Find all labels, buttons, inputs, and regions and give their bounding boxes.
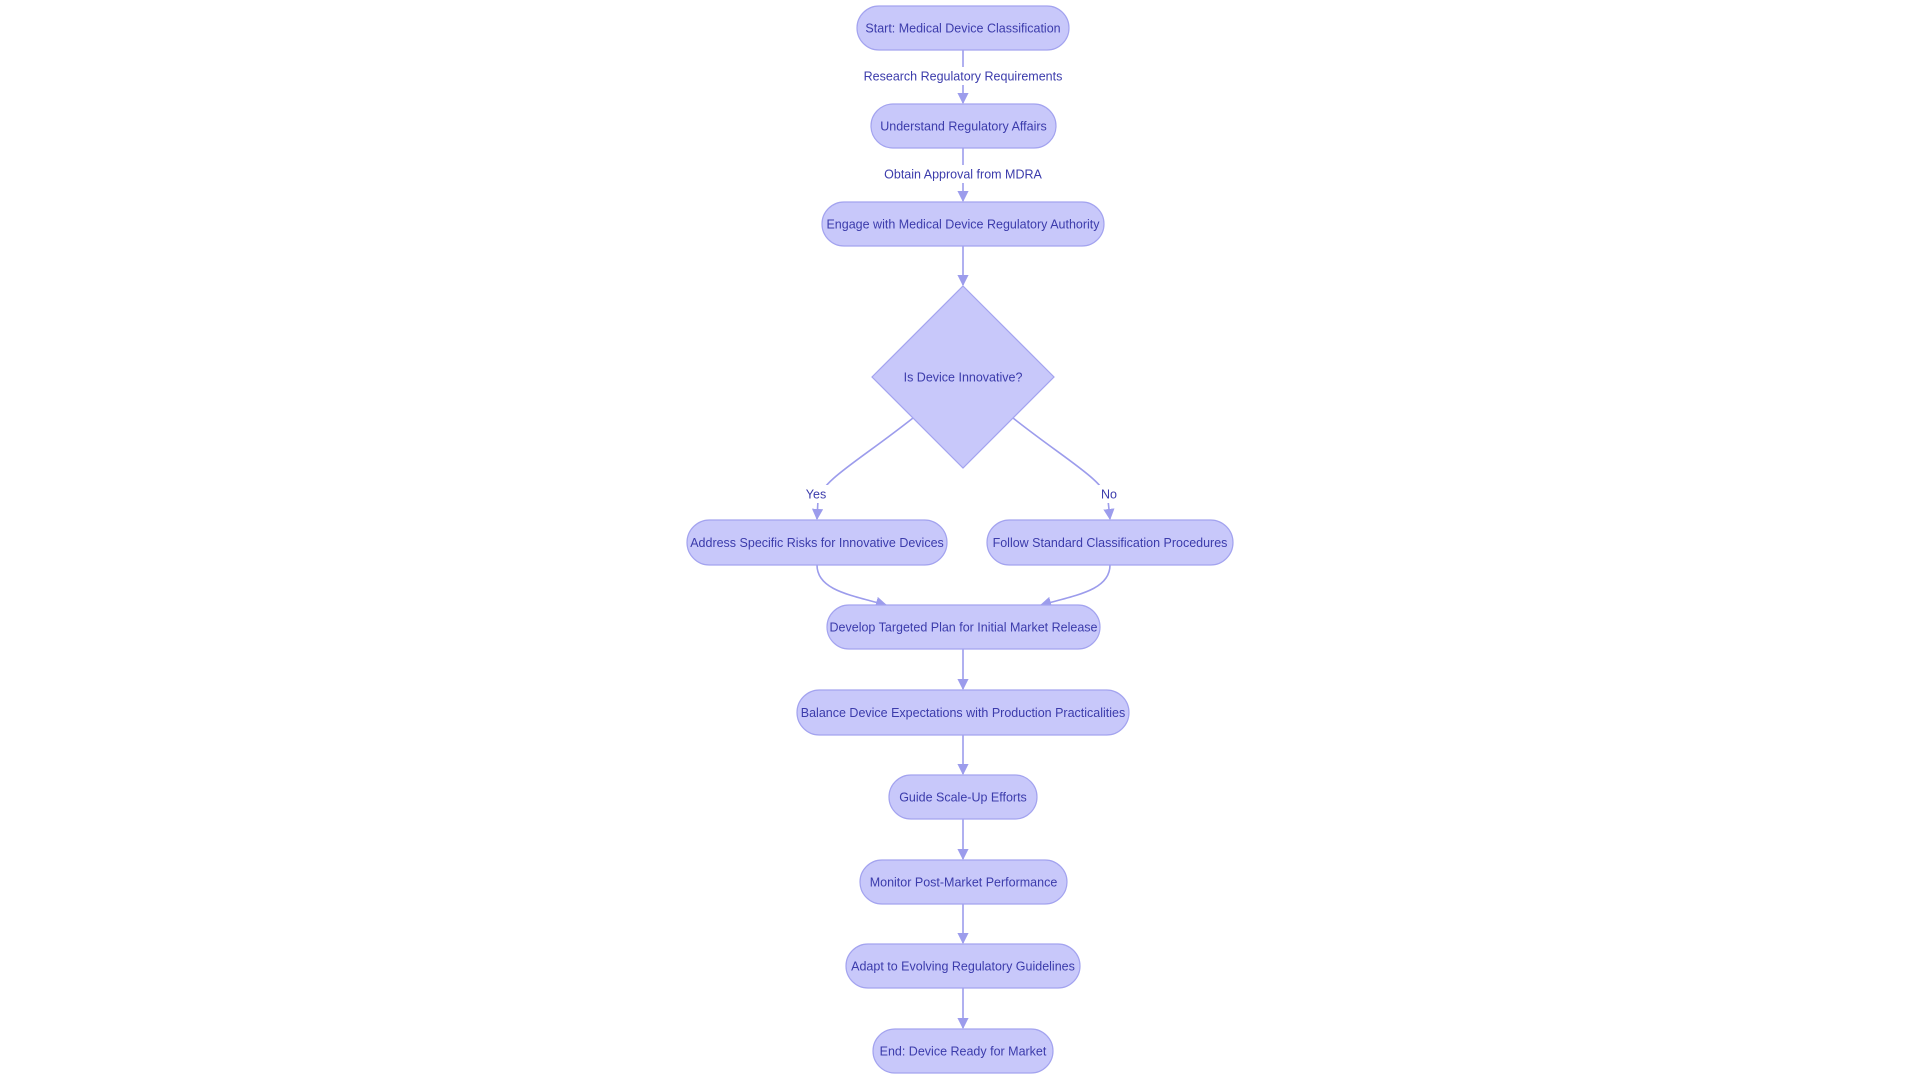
edge-label-text: Yes bbox=[806, 488, 826, 502]
edge-label: Obtain Approval from MDRA bbox=[876, 165, 1050, 183]
node-label: Understand Regulatory Affairs bbox=[880, 120, 1047, 134]
node-label: Monitor Post-Market Performance bbox=[870, 876, 1058, 890]
edge-label: Yes bbox=[802, 485, 830, 503]
node-label: Adapt to Evolving Regulatory Guidelines bbox=[851, 960, 1075, 974]
node-balance[interactable]: Balance Device Expectations with Product… bbox=[796, 689, 1130, 736]
edge-label-text: No bbox=[1101, 488, 1117, 502]
node-innovative[interactable]: Is Device Innovative? bbox=[871, 285, 1055, 469]
node-label: Engage with Medical Device Regulatory Au… bbox=[826, 218, 1100, 232]
edge-innovative-to-address bbox=[811, 417, 914, 521]
edge-label-text: Obtain Approval from MDRA bbox=[884, 168, 1042, 182]
node-understand[interactable]: Understand Regulatory Affairs bbox=[870, 103, 1057, 149]
node-develop[interactable]: Develop Targeted Plan for Initial Market… bbox=[826, 604, 1101, 650]
edge-address-to-develop bbox=[816, 564, 888, 608]
node-label: Address Specific Risks for Innovative De… bbox=[690, 536, 944, 550]
node-monitor[interactable]: Monitor Post-Market Performance bbox=[859, 859, 1068, 905]
node-label: Balance Device Expectations with Product… bbox=[801, 706, 1125, 720]
node-label: Guide Scale-Up Efforts bbox=[899, 791, 1027, 805]
node-follow[interactable]: Follow Standard Classification Procedure… bbox=[986, 519, 1234, 566]
node-label: Follow Standard Classification Procedure… bbox=[993, 536, 1228, 550]
node-engage[interactable]: Engage with Medical Device Regulatory Au… bbox=[821, 201, 1105, 247]
node-label: Develop Targeted Plan for Initial Market… bbox=[830, 621, 1098, 635]
node-guide[interactable]: Guide Scale-Up Efforts bbox=[888, 774, 1038, 820]
node-start[interactable]: Start: Medical Device Classification bbox=[856, 5, 1070, 51]
node-label: Start: Medical Device Classification bbox=[865, 22, 1060, 36]
node-end[interactable]: End: Device Ready for Market bbox=[872, 1028, 1054, 1074]
flowchart: Start: Medical Device Classification Unde… bbox=[686, 5, 1234, 1074]
node-address[interactable]: Address Specific Risks for Innovative De… bbox=[686, 519, 948, 566]
node-adapt[interactable]: Adapt to Evolving Regulatory Guidelines bbox=[845, 943, 1081, 989]
edge-label: Research Regulatory Requirements bbox=[853, 67, 1073, 85]
node-label: Is Device Innovative? bbox=[904, 371, 1023, 385]
edge-innovative-to-follow bbox=[1012, 417, 1115, 521]
node-label: End: Device Ready for Market bbox=[880, 1045, 1047, 1059]
edge-label-text: Research Regulatory Requirements bbox=[864, 70, 1063, 84]
edge-follow-to-develop bbox=[1039, 564, 1111, 608]
edge-label: No bbox=[1098, 485, 1120, 503]
